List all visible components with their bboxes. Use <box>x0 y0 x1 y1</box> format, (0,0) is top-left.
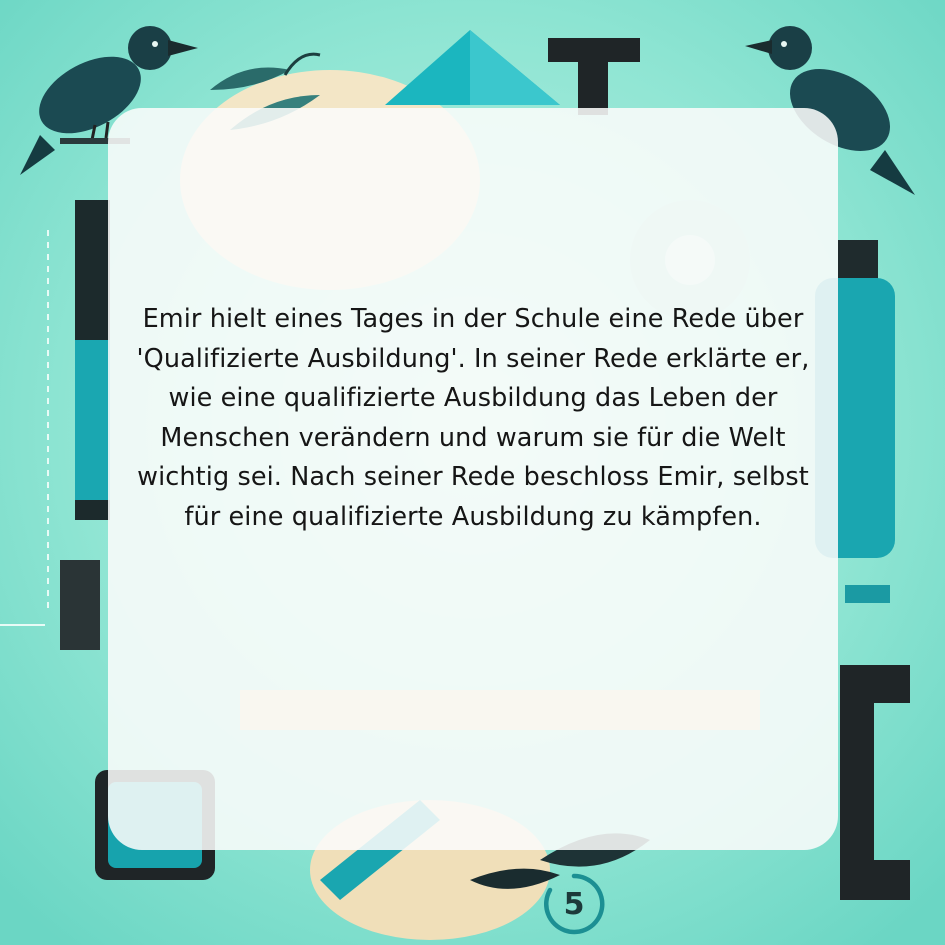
story-text: Emir hielt eines Tages in der Schule ein… <box>136 304 810 532</box>
letter-t <box>548 38 640 62</box>
story-card: Emir hielt eines Tages in der Schule ein… <box>108 108 838 935</box>
page-number: 5 <box>563 886 585 922</box>
page-number-badge: 5 <box>538 868 610 940</box>
bottle <box>838 240 878 280</box>
